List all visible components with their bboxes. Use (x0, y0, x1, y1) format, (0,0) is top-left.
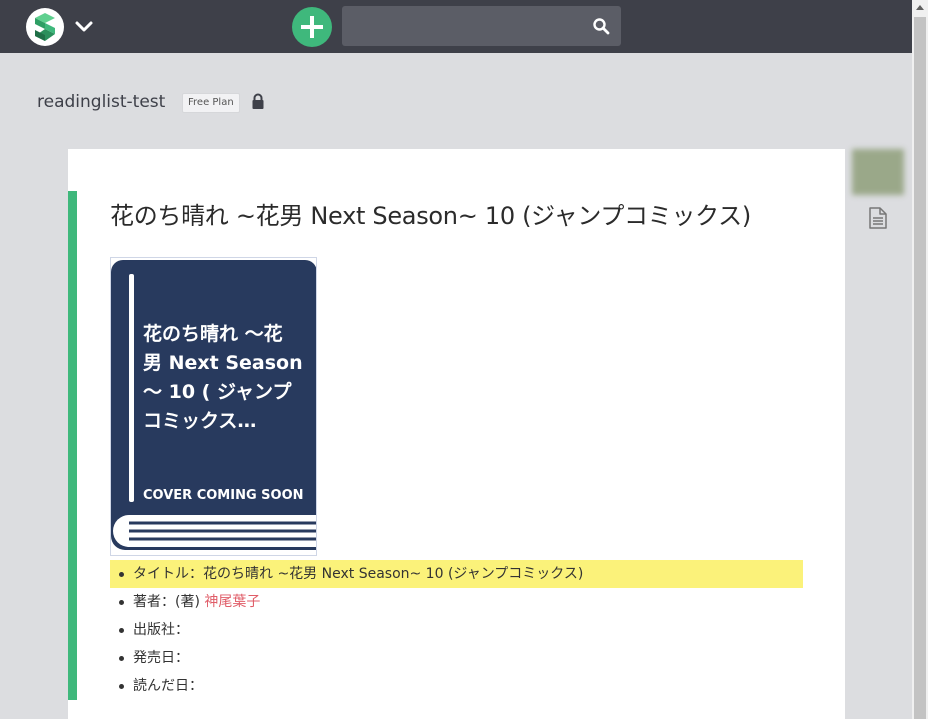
cover-title-line: コミックス… (143, 410, 256, 432)
author-label: 著者：(著) (133, 594, 205, 610)
list-item-release-date[interactable]: 発売日： (110, 644, 803, 672)
avatar[interactable] (852, 149, 904, 195)
list-item-author[interactable]: 著者：(著) 神尾葉子 (110, 588, 803, 616)
page-title[interactable]: 花のち晴れ ~花男 Next Season~ 10 (ジャンプコミックス) (110, 196, 751, 231)
new-page-button[interactable] (292, 7, 332, 47)
list-item-title[interactable]: タイトル：花のち晴れ ~花男 Next Season~ 10 (ジャンプコミック… (110, 560, 803, 588)
read-date-label: 読んだ日： (133, 678, 203, 694)
lock-icon (250, 93, 266, 110)
search-icon[interactable] (592, 17, 610, 35)
author-link[interactable]: 神尾葉子 (204, 594, 260, 610)
list-item-read-date[interactable]: 読んだ日： (110, 672, 803, 700)
publisher-label: 出版社： (133, 622, 189, 638)
title-label: タイトル： (133, 566, 203, 582)
plan-badge: Free Plan (182, 93, 240, 113)
cover-caption: COVER COMING SOON (143, 488, 304, 503)
scrapbox-logo-icon[interactable] (26, 8, 64, 46)
scrollbar-thumb[interactable] (914, 17, 926, 719)
title-value: 花のち晴れ ~花男 Next Season~ 10 (ジャンプコミックス) (203, 566, 584, 582)
book-info-list: タイトル：花のち晴れ ~花男 Next Season~ 10 (ジャンプコミック… (110, 560, 803, 700)
plus-icon (301, 16, 323, 38)
page-accent-bar (68, 191, 77, 700)
chevron-down-icon[interactable] (74, 17, 94, 37)
search-input[interactable] (342, 6, 621, 46)
scroll-up-arrow-icon[interactable] (912, 0, 928, 16)
document-icon[interactable] (868, 207, 888, 229)
release-date-label: 発売日： (133, 650, 189, 666)
workspace-name[interactable]: readinglist-test (37, 92, 165, 112)
cover-title-line: ～ 10 ( ジャンプ (143, 380, 292, 403)
cover-title-line: 花のち晴れ ～花 (143, 322, 283, 345)
list-item-publisher[interactable]: 出版社： (110, 616, 803, 644)
cover-title-line: 男 Next Season (143, 352, 303, 374)
book-cover-image[interactable]: 花のち晴れ ～花 男 Next Season ～ 10 ( ジャンプ コミックス… (110, 257, 317, 556)
